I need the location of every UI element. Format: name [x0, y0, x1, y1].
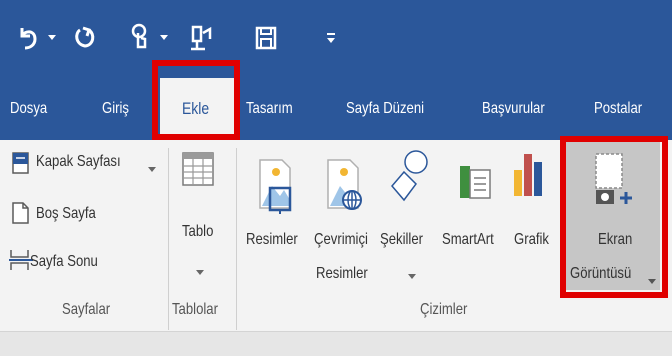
table-icon [182, 152, 214, 186]
online-pictures-button[interactable] [324, 150, 364, 221]
smartart-label: SmartArt [442, 231, 494, 248]
chevron-down-icon [196, 270, 204, 275]
touch-mode-icon [131, 23, 147, 49]
shapes-label: Şekiller [380, 231, 424, 248]
cover-page-label: Kapak Sayfası [36, 153, 121, 170]
online-pictures-label-1: Çevrimiçi [314, 231, 368, 248]
page-break-label: Sayfa Sonu [30, 253, 98, 270]
redo-icon [75, 26, 95, 48]
table-label: Tablo [182, 223, 214, 240]
chart-label: Grafik [514, 231, 549, 248]
tab-giris[interactable]: Giriş [102, 94, 129, 124]
save-icon [255, 26, 277, 50]
group-separator [168, 148, 169, 330]
ribbon-tabs: Dosya Giriş Ekle Tasarım Sayfa Düzeni Ba… [0, 76, 672, 140]
pictures-label: Resimler [246, 231, 298, 248]
table-dropdown[interactable] [196, 262, 204, 280]
customize-button[interactable] [184, 18, 216, 58]
shapes-dropdown[interactable] [408, 266, 416, 284]
tab-postalar[interactable]: Postalar [594, 94, 642, 124]
chart-icon [514, 154, 542, 196]
tab-basvurular[interactable]: Başvurular [482, 94, 545, 124]
blank-page-button[interactable] [12, 202, 30, 229]
touch-dropdown[interactable] [158, 28, 170, 48]
quick-access-toolbar [0, 0, 672, 76]
more-commands-button[interactable] [322, 18, 340, 58]
chevron-down-icon [48, 35, 56, 40]
pictures-button[interactable] [256, 150, 296, 221]
shapes-button[interactable] [388, 148, 430, 211]
table-button[interactable] [182, 152, 214, 191]
online-pictures-label-2: Resimler [316, 265, 368, 282]
tab-tasarim[interactable]: Tasarım [246, 94, 293, 124]
save-button[interactable] [252, 18, 280, 58]
highlight-box-ekle [152, 60, 240, 140]
undo-button[interactable] [14, 18, 42, 58]
shapes-icon [391, 150, 428, 202]
cover-page-dropdown[interactable] [148, 159, 156, 177]
chevron-down-icon [160, 35, 168, 40]
group-label-tablolar: Tablolar [172, 301, 218, 318]
blank-page-icon [12, 202, 29, 224]
tab-sayfa-duzeni[interactable]: Sayfa Düzeni [346, 94, 424, 124]
highlight-box-screenshot [560, 136, 668, 298]
cover-page-icon [12, 152, 29, 174]
touch-mode-button[interactable] [126, 18, 154, 58]
group-label-sayfalar: Sayfalar [62, 301, 111, 318]
group-separator [236, 148, 237, 330]
redo-button[interactable] [70, 18, 100, 58]
smartart-button[interactable] [458, 162, 494, 209]
online-pictures-icon [327, 159, 362, 210]
undo-icon [20, 28, 37, 50]
pictures-icon [259, 159, 292, 214]
blank-page-label: Boş Sayfa [36, 205, 96, 222]
customize-icon [191, 25, 212, 51]
ruler-strip [0, 332, 672, 356]
cover-page-button[interactable] [12, 152, 30, 179]
group-label-cizimler: Çizimler [420, 301, 468, 318]
smartart-icon [460, 166, 491, 199]
tab-dosya[interactable]: Dosya [10, 94, 47, 124]
chevron-down-icon [148, 167, 156, 172]
chart-button[interactable] [512, 152, 548, 203]
undo-dropdown[interactable] [46, 28, 58, 48]
more-commands-icon [327, 33, 335, 43]
chevron-down-icon [408, 274, 416, 279]
